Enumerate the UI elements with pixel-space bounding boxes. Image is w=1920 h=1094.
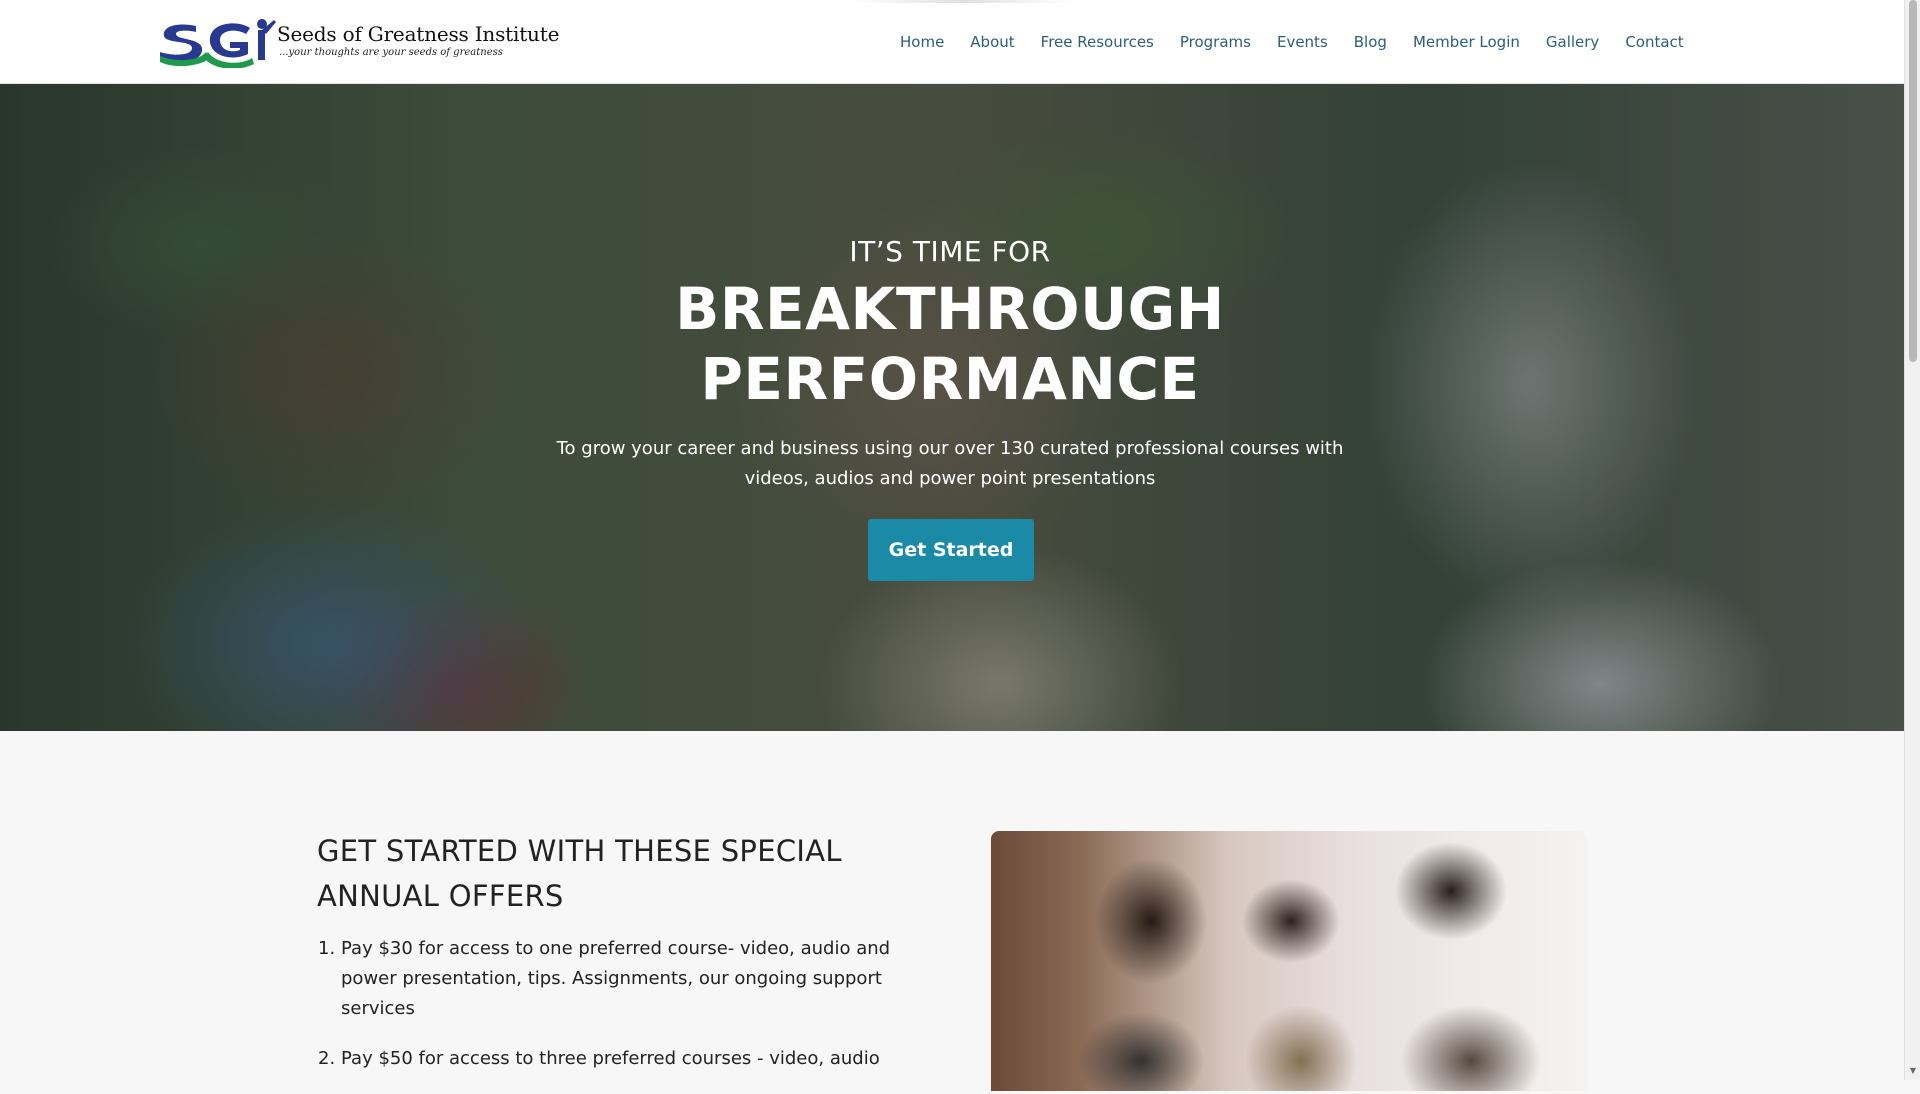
nav-item-events[interactable]: Events [1277,33,1328,51]
nav-item-programs[interactable]: Programs [1180,33,1251,51]
hero-section: IT’S TIME FOR BREAKTHROUGH PERFORMANCE T… [0,84,1904,731]
list-item-line: power presentation, tips. Assignments, o… [341,968,882,989]
offers-title: GET STARTED WITH THESE SPECIAL ANNUAL OF… [317,829,877,919]
nav-item-free-resources[interactable]: Free Resources [1041,33,1154,51]
offers-section: GET STARTED WITH THESE SPECIAL ANNUAL OF… [0,731,1904,1091]
hero-title-line1: BREAKTHROUGH [675,275,1225,343]
offers-list: 1. Pay $30 for access to one preferred c… [317,934,937,1094]
hero-title: BREAKTHROUGH PERFORMANCE [500,274,1400,414]
list-item-line: Pay $50 for access to three preferred co… [341,1048,880,1069]
list-item: 2. Pay $50 for access to three preferred… [317,1044,937,1074]
offers-photo [991,831,1587,1091]
offers-title-line1: GET STARTED WITH THESE SPECIAL [317,834,842,868]
site-logo[interactable]: Seeds of Greatness Institute ...your tho… [158,16,559,68]
main-nav: Home About Free Resources Programs Event… [900,0,1684,83]
nav-item-contact[interactable]: Contact [1625,33,1683,51]
logo-tagline: ...your thoughts are your seeds of great… [279,47,503,58]
nav-item-member-login[interactable]: Member Login [1413,33,1520,51]
nav-item-home[interactable]: Home [900,33,944,51]
nav-item-gallery[interactable]: Gallery [1546,33,1599,51]
logo-name: Seeds of Greatness Institute [277,22,560,46]
list-item-line: services [341,998,415,1019]
sgi-logo-icon [160,19,276,68]
list-item-line: Pay $30 for access to one preferred cour… [341,938,891,959]
hero-title-line2: PERFORMANCE [700,345,1200,413]
hero-eyebrow: IT’S TIME FOR [849,235,1051,268]
list-item-number: 2. [318,1048,336,1069]
scroll-down-arrow-icon[interactable]: ▼ [1908,1066,1918,1076]
get-started-button[interactable]: Get Started [868,519,1034,581]
nav-item-blog[interactable]: Blog [1354,33,1387,51]
hero-subtitle-line2: videos, audios and power point presentat… [744,468,1156,489]
site-header: Seeds of Greatness Institute ...your tho… [0,0,1904,84]
hero-subtitle: To grow your career and business using o… [500,434,1400,494]
hero-subtitle-line1: To grow your career and business using o… [556,438,1344,459]
list-item: 1. Pay $30 for access to one preferred c… [317,934,937,1024]
nav-item-about[interactable]: About [970,33,1014,51]
offers-title-line2: ANNUAL OFFERS [317,879,564,913]
scrollbar-thumb[interactable] [1909,0,1917,362]
list-item-number: 1. [318,938,336,959]
page-scrollbar[interactable]: ▲ ▼ [1904,0,1920,1080]
